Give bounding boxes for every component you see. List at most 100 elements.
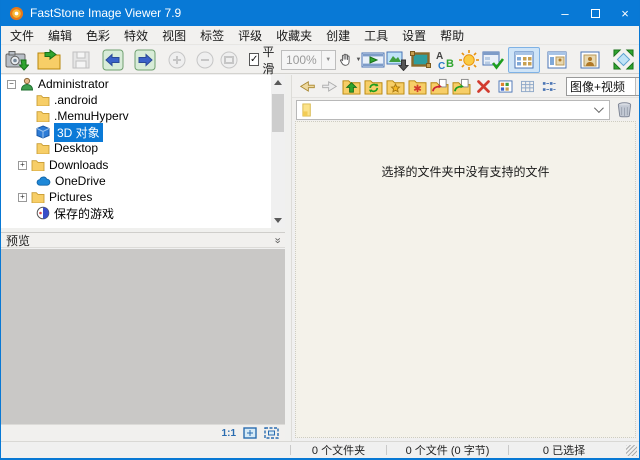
preview-stretch-button[interactable] — [264, 427, 279, 439]
new-folder-icon — [408, 78, 427, 95]
back-button[interactable] — [296, 76, 318, 96]
tree-item-pictures[interactable]: + Pictures — [1, 189, 271, 205]
menu-effects[interactable]: 特效 — [117, 26, 155, 45]
collapse-expander-icon[interactable]: − — [7, 80, 16, 89]
smooth-checkbox[interactable]: ✓ 平滑 — [249, 43, 277, 77]
adjust-colors-button[interactable] — [457, 47, 481, 73]
zoom-select[interactable]: 100% ▼ — [281, 50, 336, 70]
menu-edit[interactable]: 编辑 — [41, 26, 79, 45]
preview-toolbar: 1:1 — [1, 424, 285, 441]
smooth-label: 平滑 — [262, 43, 277, 77]
menu-bar: 文件 编辑 色彩 特效 视图 标签 评级 收藏夹 创建 工具 设置 帮助 — [1, 26, 639, 45]
svg-text:C: C — [438, 61, 445, 71]
list-view-icon — [542, 80, 556, 93]
scroll-up-icon[interactable] — [271, 75, 285, 90]
title-bar[interactable]: FastStone Image Viewer 7.9 – × — [0, 0, 640, 26]
close-button[interactable]: × — [610, 0, 640, 26]
zoom-out-button[interactable] — [193, 47, 217, 73]
tree-item-administrator[interactable]: − Administrator — [1, 76, 271, 92]
main-area: − Administrator .android .MemuHyperv — [1, 75, 639, 441]
copy-to-folder-button[interactable] — [428, 76, 450, 96]
address-combobox[interactable] — [296, 100, 610, 120]
up-folder-button[interactable] — [340, 76, 362, 96]
chevron-down-icon[interactable] — [594, 103, 604, 113]
folder-icon — [36, 142, 50, 154]
next-image-button[interactable] — [129, 47, 161, 73]
stretch-image-icon — [264, 427, 279, 439]
zoom-in-button[interactable] — [161, 47, 193, 73]
tree-item-desktop[interactable]: Desktop — [1, 140, 271, 156]
details-view-button[interactable] — [516, 76, 538, 96]
caret-down-icon[interactable]: ▼ — [635, 78, 640, 95]
refresh-folder-button[interactable] — [362, 76, 384, 96]
menu-view[interactable]: 视图 — [155, 26, 193, 45]
resize-grip[interactable] — [626, 445, 637, 456]
tree-item-3d-objects[interactable]: 3D 对象 — [1, 124, 271, 140]
move-to-folder-icon — [452, 78, 471, 95]
browser-pane: 图像+视频 ▼ 选择的文件夹中没有支持的文件 — [291, 75, 639, 441]
move-to-folder-button[interactable] — [450, 76, 472, 96]
windowed-view-button[interactable] — [541, 47, 573, 73]
zoom-out-icon — [194, 49, 216, 71]
copy-to-folder-icon — [430, 78, 449, 95]
batch-rename-button[interactable]: ACB — [433, 47, 457, 73]
menu-colors[interactable]: 色彩 — [79, 26, 117, 45]
fit-window-button[interactable] — [607, 47, 639, 73]
list-view-button[interactable] — [538, 76, 560, 96]
tree-item-onedrive[interactable]: OneDrive — [1, 173, 271, 189]
folder-icon — [31, 191, 45, 203]
resize-button[interactable] — [385, 47, 409, 73]
tree-item-android[interactable]: .android — [1, 92, 271, 108]
saved-games-icon — [36, 206, 50, 220]
minimize-button[interactable]: – — [550, 0, 580, 26]
preview-panel-header: 预览 » — [1, 232, 285, 248]
expand-expander-icon[interactable]: + — [18, 161, 27, 170]
hand-tool-button[interactable]: ▼ — [337, 47, 361, 73]
new-folder-button[interactable] — [406, 76, 428, 96]
canvas-button[interactable] — [409, 47, 433, 73]
scroll-thumb[interactable] — [272, 94, 284, 132]
menu-file[interactable]: 文件 — [3, 26, 41, 45]
forward-button[interactable] — [318, 76, 340, 96]
tree-item-label: .android — [54, 93, 97, 107]
address-bar-row — [292, 98, 639, 121]
actual-size-button[interactable] — [217, 47, 241, 73]
maximize-button[interactable] — [580, 0, 610, 26]
batch-convert-button[interactable] — [481, 47, 505, 73]
file-filter-select[interactable]: 图像+视频 ▼ — [566, 77, 640, 96]
menu-help[interactable]: 帮助 — [433, 26, 471, 45]
preview-fit-button[interactable] — [243, 427, 257, 439]
caret-down-icon[interactable]: ▼ — [321, 51, 335, 69]
delete-button[interactable] — [472, 76, 494, 96]
fullscreen-view-icon — [580, 51, 600, 69]
save-button[interactable] — [65, 47, 97, 73]
collapse-panel-icon[interactable]: » — [271, 237, 282, 243]
fullscreen-view-button[interactable] — [574, 47, 606, 73]
tree-scrollbar[interactable] — [271, 75, 285, 228]
tree-item-saved-games[interactable]: 保存的游戏 — [1, 205, 271, 221]
slideshow-button[interactable] — [361, 47, 385, 73]
menu-settings[interactable]: 设置 — [395, 26, 433, 45]
empty-folder-message: 选择的文件夹中没有支持的文件 — [296, 122, 635, 180]
expand-expander-icon[interactable]: + — [18, 193, 27, 202]
preview-actual-size-button[interactable]: 1:1 — [222, 428, 236, 439]
open-file-button[interactable] — [33, 47, 65, 73]
menu-tools[interactable]: 工具 — [357, 26, 395, 45]
scroll-down-icon[interactable] — [271, 213, 285, 228]
menu-create[interactable]: 创建 — [319, 26, 357, 45]
browser-view-button[interactable] — [508, 47, 540, 73]
folder-icon — [301, 103, 314, 117]
recycle-bin-icon — [616, 101, 633, 118]
tree-item-downloads[interactable]: + Downloads — [1, 157, 271, 173]
previous-image-button[interactable] — [97, 47, 129, 73]
camera-acquire-button[interactable] — [1, 47, 33, 73]
favorites-folder-button[interactable] — [384, 76, 406, 96]
file-list-area[interactable]: 选择的文件夹中没有支持的文件 — [295, 121, 636, 438]
status-selected-count: 0 已选择 — [509, 442, 619, 458]
recycle-bin-button[interactable] — [613, 100, 635, 120]
windowed-view-icon — [547, 51, 567, 69]
thumbnails-view-button[interactable] — [494, 76, 516, 96]
menu-tag[interactable]: 标签 — [193, 26, 231, 45]
tree-item-memuhyperv[interactable]: .MemuHyperv — [1, 108, 271, 124]
tree-item-label: 保存的游戏 — [54, 205, 114, 222]
